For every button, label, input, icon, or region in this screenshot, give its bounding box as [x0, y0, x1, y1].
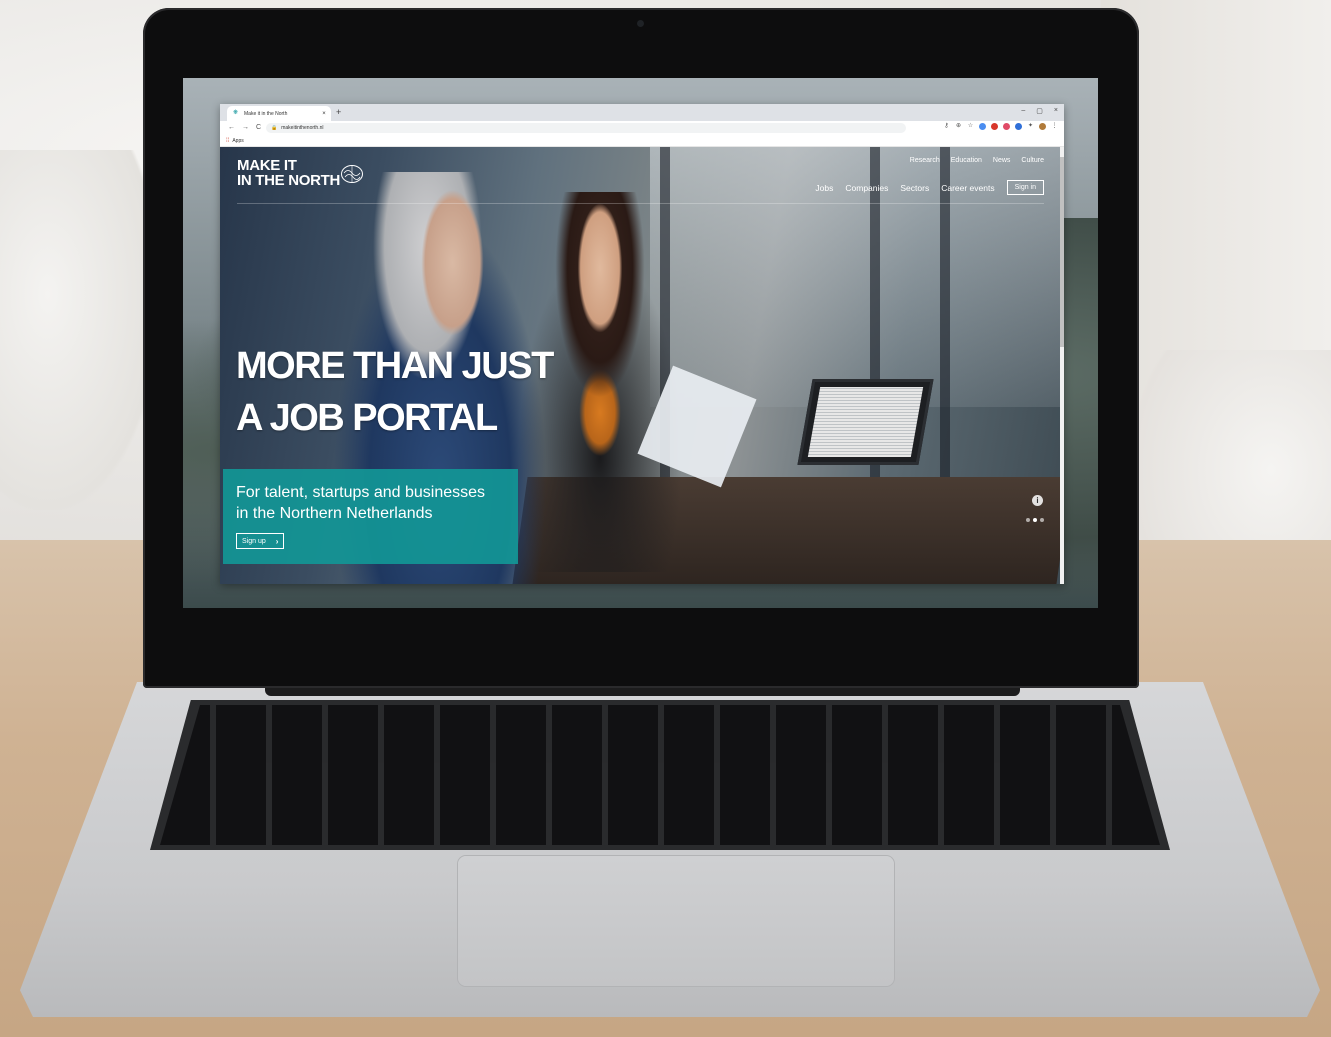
star-icon[interactable]: ☆ [967, 123, 974, 130]
nav-culture[interactable]: Culture [1021, 157, 1044, 164]
background-chair-left [0, 150, 160, 510]
tab-title: Make it in the North [244, 110, 288, 117]
bookmarks-bar: ⁞⁞ Apps [220, 136, 1064, 147]
hero-cta-card: For talent, startups and businesses in t… [223, 469, 518, 564]
tab-close-icon[interactable]: × [320, 111, 328, 117]
carousel-dot[interactable] [1026, 518, 1030, 522]
url-text: makeitinthenorth.nl [281, 125, 324, 131]
extension-shield-icon[interactable] [1015, 123, 1022, 130]
keyboard-keys [160, 705, 1160, 845]
secondary-nav: Research Education News Culture [910, 157, 1044, 164]
site-header: MAKE IT IN THE NORTH Research Education … [220, 147, 1064, 207]
minimize-button[interactable]: – [1021, 107, 1025, 115]
forward-icon[interactable]: → [242, 124, 249, 131]
apps-grid-icon[interactable]: ⁞⁞ [226, 138, 229, 144]
extension-icons: ⚷ ⊕ ☆ ✦ ⋮ [943, 123, 1058, 130]
sign-in-button[interactable]: Sign in [1006, 180, 1044, 195]
nav-career-events[interactable]: Career events [941, 183, 994, 193]
website-hero: MAKE IT IN THE NORTH Research Education … [220, 147, 1064, 584]
reload-icon[interactable]: C [256, 124, 261, 131]
logo-text-line1: MAKE IT [237, 157, 297, 174]
site-logo[interactable]: MAKE IT IN THE NORTH [237, 157, 363, 189]
site-favicon-icon: ❋ [233, 110, 239, 116]
back-icon[interactable]: ← [228, 124, 235, 131]
hero-title-line2: A JOB PORTAL [236, 397, 498, 439]
browser-tab[interactable]: ❋ Make it in the North × [227, 106, 331, 121]
tab-strip: ❋ Make it in the North × + – ▢ × [220, 104, 1064, 121]
browser-window: ❋ Make it in the North × + – ▢ × ← → C 🔒… [220, 104, 1064, 584]
maximize-button[interactable]: ▢ [1036, 107, 1043, 115]
bookmark-apps[interactable]: Apps [232, 138, 243, 144]
hero-photo-laptop [797, 379, 934, 465]
hero-subtitle-line2: in the Northern Netherlands [236, 505, 433, 522]
primary-nav: Jobs Companies Sectors Career events Sig… [815, 180, 1044, 195]
nav-buttons: ← → C [228, 124, 261, 131]
browser-toolbar: ← → C 🔒 makeitinthenorth.nl ⚷ ⊕ ☆ ✦ ⋮ [220, 121, 1064, 137]
hero-photo-laptop-screen [807, 387, 924, 457]
close-window-button[interactable]: × [1054, 107, 1058, 115]
address-bar[interactable]: 🔒 makeitinthenorth.nl [266, 123, 906, 133]
carousel-dot[interactable] [1040, 518, 1044, 522]
hero-title: MORE THAN JUST A JOB PORTAL [236, 340, 554, 444]
header-divider [237, 203, 1044, 204]
scrollbar-thumb[interactable] [1060, 157, 1064, 347]
profile-avatar-icon[interactable] [1039, 123, 1046, 130]
logo-text-line2: IN THE NORTH [237, 172, 341, 189]
webcam [637, 20, 644, 27]
brain-logo-icon [341, 165, 363, 183]
puzzle-icon[interactable]: ✦ [1027, 123, 1034, 130]
info-icon[interactable]: i [1032, 495, 1043, 506]
chevron-right-icon: › [275, 536, 279, 546]
hero-title-line1: MORE THAN JUST [236, 345, 554, 387]
laptop-screen: ❋ Make it in the North × + – ▢ × ← → C 🔒… [183, 78, 1098, 608]
carousel-dots [1026, 518, 1044, 522]
hero-subtitle-line1: For talent, startups and businesses [236, 484, 486, 501]
nav-jobs[interactable]: Jobs [815, 183, 833, 193]
translate-icon[interactable]: ⊕ [955, 123, 962, 130]
more-menu-icon[interactable]: ⋮ [1051, 123, 1058, 130]
nav-news[interactable]: News [993, 157, 1011, 164]
nav-sectors[interactable]: Sectors [900, 183, 929, 193]
sign-up-button[interactable]: Sign up › [236, 533, 285, 549]
trackpad [458, 856, 894, 986]
nav-education[interactable]: Education [951, 157, 982, 164]
extension-red-icon[interactable] [991, 123, 998, 130]
extension-blue-icon[interactable] [979, 123, 986, 130]
page-scrollbar[interactable] [1060, 147, 1064, 584]
window-controls: – ▢ × [1021, 107, 1058, 115]
nav-research[interactable]: Research [910, 157, 940, 164]
key-icon[interactable]: ⚷ [943, 123, 950, 130]
extension-pink-icon[interactable] [1003, 123, 1010, 130]
sign-up-label: Sign up [242, 537, 266, 545]
carousel-dot[interactable] [1033, 518, 1037, 522]
hero-subtitle: For talent, startups and businesses in t… [236, 482, 516, 524]
lock-icon: 🔒 [271, 125, 278, 131]
new-tab-button[interactable]: + [336, 107, 341, 117]
nav-companies[interactable]: Companies [845, 183, 888, 193]
